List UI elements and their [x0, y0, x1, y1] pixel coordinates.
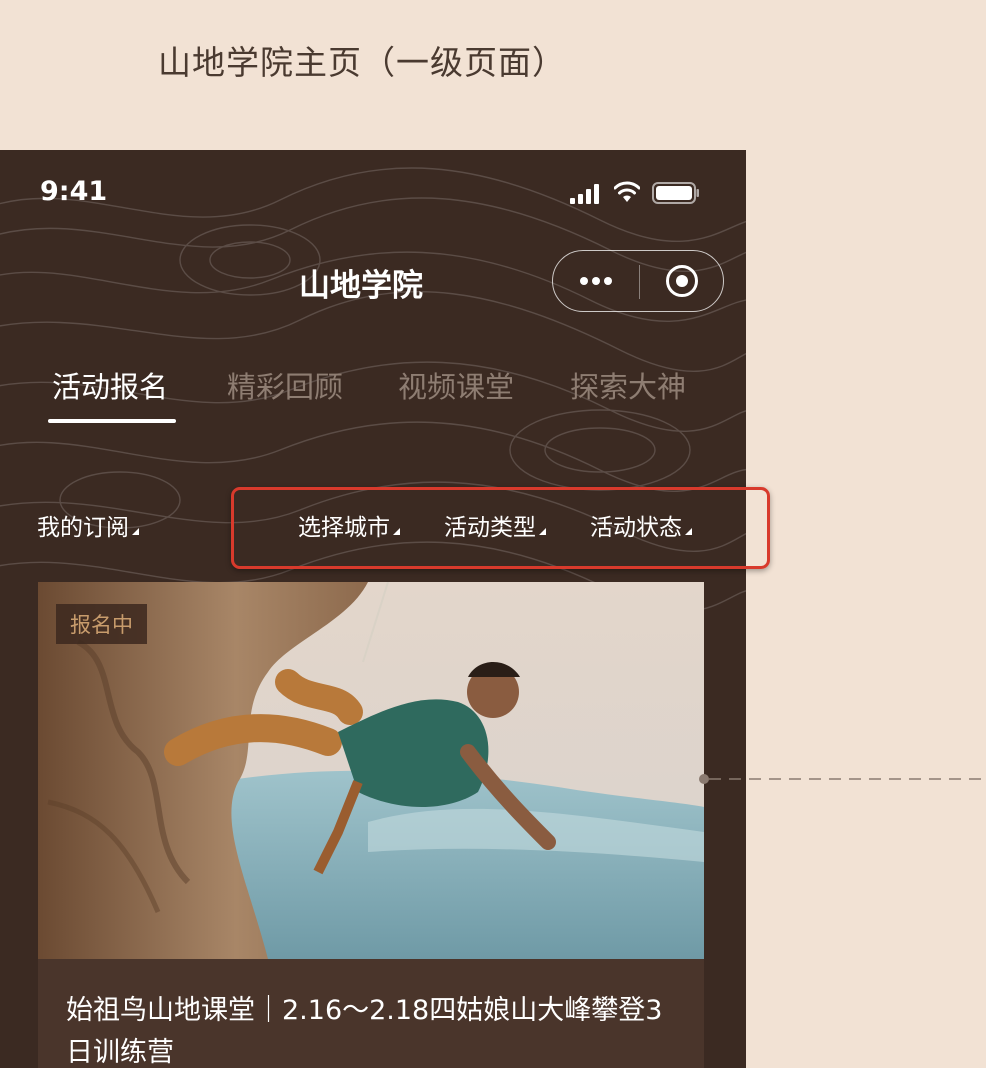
- dropdown-arrow-icon: [132, 528, 139, 535]
- phone-screen: 9:41 山地学院 活动报名 精彩回顾 视频课堂 探索大神 我的订阅 选择城市 …: [0, 150, 746, 1068]
- annotation-connector-line: [699, 774, 986, 784]
- wifi-icon: [614, 181, 640, 202]
- tab-video-class[interactable]: 视频课堂: [398, 364, 514, 406]
- target-ring-icon[interactable]: [640, 251, 724, 311]
- battery-icon: [652, 182, 699, 204]
- tab-explore-masters[interactable]: 探索大神: [570, 364, 686, 406]
- signal-icon: [570, 184, 602, 204]
- status-badge: 报名中: [56, 604, 147, 644]
- tab-highlights[interactable]: 精彩回顾: [227, 364, 343, 406]
- more-dots-icon[interactable]: [553, 251, 639, 311]
- tab-activity-signup[interactable]: 活动报名: [52, 364, 168, 406]
- page-caption: 山地学院主页（一级页面）: [158, 43, 566, 82]
- mini-program-capsule: [552, 250, 724, 312]
- card-title: 始祖鸟山地课堂｜2.16～2.18四姑娘山大峰攀登3日训练营: [66, 995, 663, 1068]
- activity-card[interactable]: 报名中 始祖鸟山地课堂｜2.16～2.18四姑娘山大峰攀登3日训练营: [38, 582, 704, 1068]
- filter-my-subscription-label: 我的订阅: [37, 515, 129, 541]
- tab-active-underline: [48, 419, 176, 423]
- annotation-highlight-box: [231, 487, 770, 569]
- filter-my-subscription[interactable]: 我的订阅: [37, 508, 139, 542]
- status-time: 9:41: [40, 176, 108, 207]
